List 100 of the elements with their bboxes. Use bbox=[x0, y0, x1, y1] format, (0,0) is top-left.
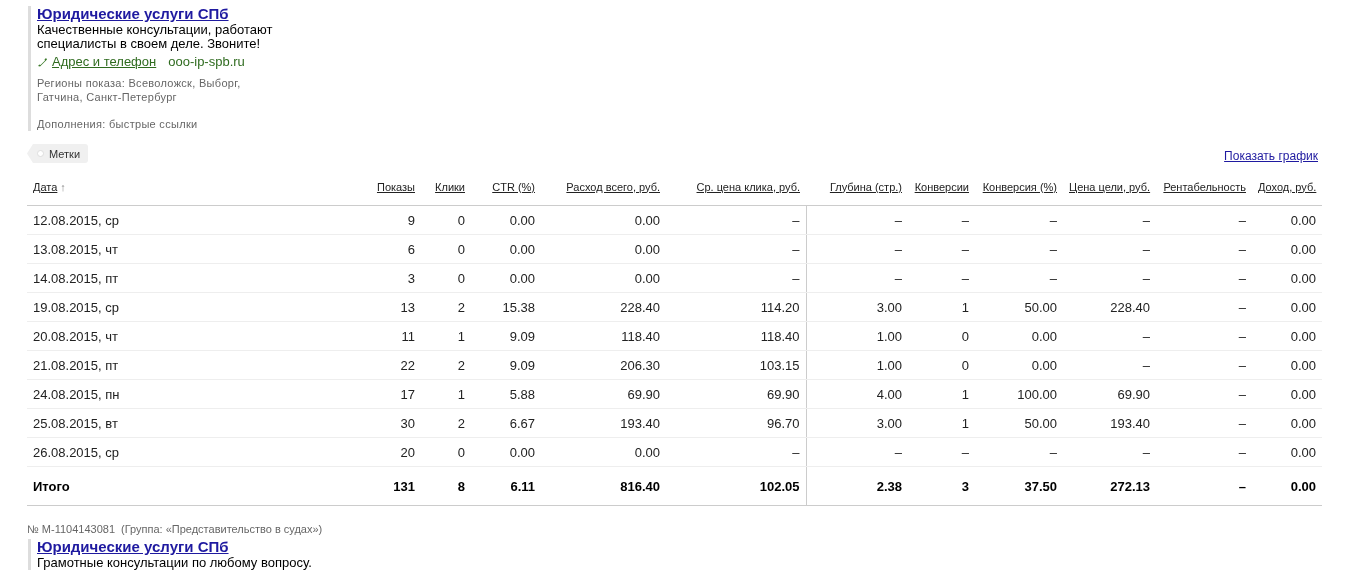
column-header[interactable]: Конверсия (%) bbox=[982, 180, 1057, 193]
table-cell: 103.15 bbox=[666, 350, 806, 380]
column-header[interactable]: Ср. цена клика, руб. bbox=[696, 180, 800, 193]
table-cell: – bbox=[908, 234, 975, 264]
table-cell: – bbox=[666, 437, 806, 467]
extensions-text: Дополнения: быстрые ссылки bbox=[37, 117, 199, 131]
table-cell: 0.00 bbox=[1252, 408, 1322, 438]
table-cell: 25.08.2015, вт bbox=[27, 408, 360, 438]
table-cell: – bbox=[1156, 379, 1252, 409]
table-cell: 11 bbox=[360, 321, 421, 351]
table-cell: 96.70 bbox=[666, 408, 806, 438]
table-cell: 3.00 bbox=[806, 408, 908, 438]
table-cell: 9.09 bbox=[471, 321, 541, 351]
table-cell: 0.00 bbox=[975, 350, 1063, 380]
total-cell: Итого bbox=[27, 466, 360, 506]
table-cell: 1 bbox=[421, 321, 471, 351]
table-cell: 0 bbox=[908, 321, 975, 351]
table-cell: 21.08.2015, пт bbox=[27, 350, 360, 380]
column-header[interactable]: Глубина (стр.) bbox=[829, 180, 902, 193]
table-cell: 100.00 bbox=[975, 379, 1063, 409]
column-header[interactable]: Расход всего, руб. bbox=[566, 180, 660, 193]
table-cell: 0 bbox=[421, 437, 471, 467]
show-chart-link[interactable]: Показать график bbox=[1224, 149, 1318, 163]
table-cell: – bbox=[908, 263, 975, 293]
table-cell: 22 bbox=[360, 350, 421, 380]
table-cell: 6 bbox=[360, 234, 421, 264]
table-cell: 0.00 bbox=[541, 205, 666, 235]
table-cell: 30 bbox=[360, 408, 421, 438]
column-header[interactable]: Цена цели, руб. bbox=[1069, 180, 1151, 193]
table-cell: – bbox=[975, 234, 1063, 264]
total-cell: 8 bbox=[421, 466, 471, 506]
table-cell: 0.00 bbox=[1252, 437, 1322, 467]
table-cell: – bbox=[908, 437, 975, 467]
table-cell: 19.08.2015, ср bbox=[27, 292, 360, 322]
tags-button[interactable]: Метки bbox=[27, 144, 89, 163]
ad-text: Грамотные консультации по любому вопросу. bbox=[37, 556, 313, 570]
table-cell: 0.00 bbox=[1252, 292, 1322, 322]
table-cell: 26.08.2015, ср bbox=[27, 437, 360, 467]
ad-domain: ooo-ip-spb.ru bbox=[168, 55, 245, 69]
table-cell: – bbox=[1156, 408, 1252, 438]
table-cell: 206.30 bbox=[541, 350, 666, 380]
table-cell: 0 bbox=[908, 350, 975, 380]
table-cell: 9.09 bbox=[471, 350, 541, 380]
total-cell: 272.13 bbox=[1063, 466, 1156, 506]
column-header[interactable]: Рентабельность bbox=[1163, 180, 1246, 193]
table-cell: – bbox=[1063, 234, 1156, 264]
column-header[interactable]: Дата bbox=[33, 180, 58, 193]
ad-text: Качественные консультации, работают специалисты в своем деле. Звоните! bbox=[37, 23, 274, 51]
table-cell: 0.00 bbox=[471, 263, 541, 293]
table-cell: – bbox=[806, 205, 908, 235]
table-cell: 0 bbox=[421, 234, 471, 264]
table-cell: 114.20 bbox=[666, 292, 806, 322]
table-cell: 118.40 bbox=[541, 321, 666, 351]
table-cell: 2 bbox=[421, 408, 471, 438]
column-header[interactable]: Клики bbox=[435, 180, 465, 193]
table-cell: – bbox=[1063, 205, 1156, 235]
table-cell: 24.08.2015, пн bbox=[27, 379, 360, 409]
total-cell: 102.05 bbox=[666, 466, 806, 506]
table-cell: 50.00 bbox=[975, 408, 1063, 438]
table-cell: – bbox=[1063, 350, 1156, 380]
table-cell: 0.00 bbox=[541, 234, 666, 264]
table-cell: 0.00 bbox=[1252, 205, 1322, 235]
phone-handset-icon bbox=[37, 57, 47, 67]
table-cell: 0.00 bbox=[1252, 350, 1322, 380]
total-cell: 0.00 bbox=[1252, 466, 1322, 506]
table-cell: – bbox=[806, 263, 908, 293]
table-cell: – bbox=[806, 234, 908, 264]
table-cell: 0.00 bbox=[1252, 263, 1322, 293]
contact-link[interactable]: Адрес и телефон bbox=[52, 55, 157, 69]
column-header[interactable]: Доход, руб. bbox=[1258, 180, 1317, 193]
table-cell: 0.00 bbox=[541, 263, 666, 293]
table-cell: – bbox=[806, 437, 908, 467]
column-header[interactable]: Конверсии bbox=[914, 180, 969, 193]
column-header[interactable]: CTR (%) bbox=[492, 180, 535, 193]
column-header[interactable]: Показы bbox=[376, 180, 415, 193]
table-cell: 13 bbox=[360, 292, 421, 322]
table-cell: 69.90 bbox=[1063, 379, 1156, 409]
table-cell: 20 bbox=[360, 437, 421, 467]
total-cell: 3 bbox=[908, 466, 975, 506]
table-cell: 17 bbox=[360, 379, 421, 409]
table-cell: 0.00 bbox=[1252, 234, 1322, 264]
ad-group: (Группа: «Представительство в судах») bbox=[121, 523, 323, 535]
ad-title-link[interactable]: Юридические услуги СПб bbox=[37, 6, 297, 22]
table-cell: 1.00 bbox=[806, 321, 908, 351]
circle-icon bbox=[37, 150, 44, 157]
table-cell: – bbox=[666, 234, 806, 264]
table-cell: 228.40 bbox=[541, 292, 666, 322]
table-cell: 14.08.2015, пт bbox=[27, 263, 360, 293]
table-cell: 118.40 bbox=[666, 321, 806, 351]
table-cell: 193.40 bbox=[541, 408, 666, 438]
table-cell: – bbox=[666, 205, 806, 235]
table-cell: 13.08.2015, чт bbox=[27, 234, 360, 264]
regions-text: Регионы показа: Всеволожск, Выборг, Гатчина, Санкт-Петербург bbox=[37, 76, 242, 104]
ad-title-link[interactable]: Юридические услуги СПб bbox=[37, 539, 437, 555]
table-cell: 0.00 bbox=[471, 234, 541, 264]
table-cell: 1 bbox=[421, 379, 471, 409]
table-cell: 3.00 bbox=[806, 292, 908, 322]
table-cell: 20.08.2015, чт bbox=[27, 321, 360, 351]
table-cell: 5.88 bbox=[471, 379, 541, 409]
table-cell: – bbox=[908, 205, 975, 235]
